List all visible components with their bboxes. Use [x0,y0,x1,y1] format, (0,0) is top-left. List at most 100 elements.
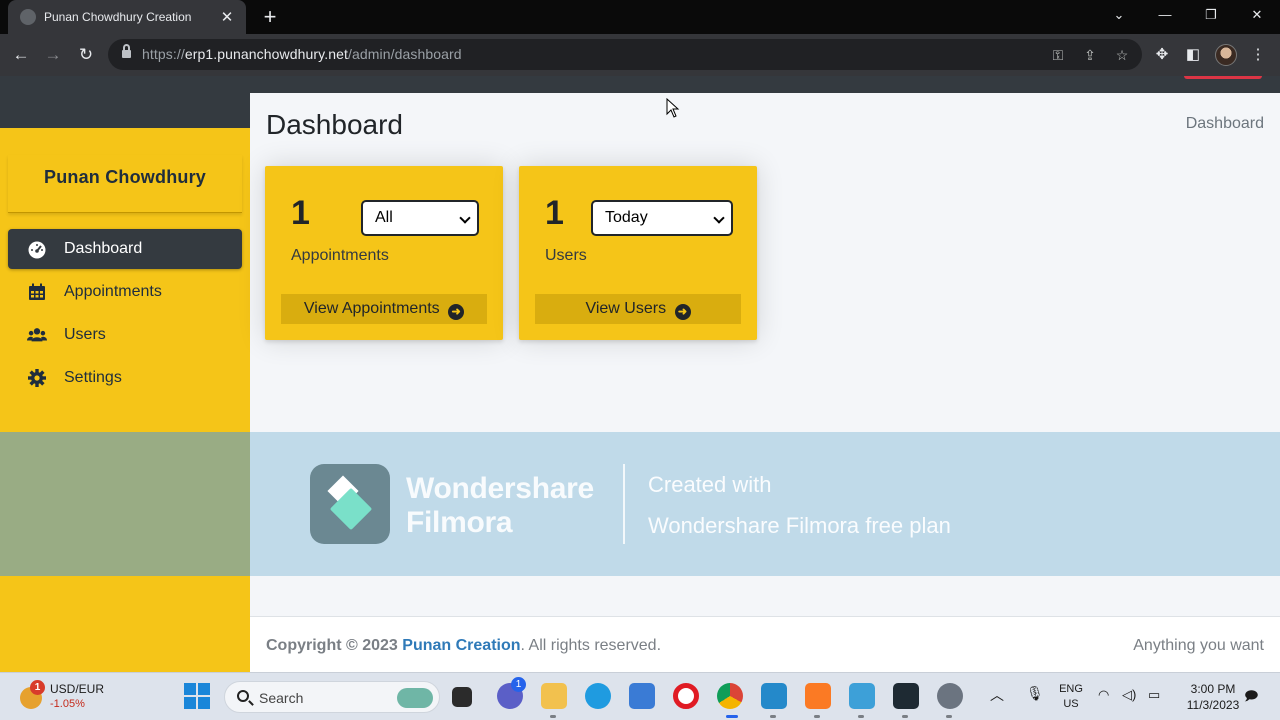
chevron-down-icon [713,212,725,224]
view-appointments-link[interactable]: View Appointments ➜ [281,294,487,324]
bookmark-star-icon[interactable]: ☆ [1112,46,1132,64]
sidebar-item-users[interactable]: Users [8,315,242,355]
chevron-down-icon [459,212,471,224]
lang-line2: US [1063,698,1079,710]
select-value: All [375,209,393,226]
key-icon[interactable]: ⚿ [1048,46,1068,64]
sidebar-item-settings[interactable]: Settings [8,358,242,398]
sidebar-header [0,93,250,128]
lang-line1: ENG [1059,683,1083,695]
running-indicator [858,715,864,718]
extensions-puzzle-icon[interactable]: ✥ [1151,45,1173,65]
settings-gear-icon[interactable] [937,683,963,709]
copyright-text: Copyright © 2023 Punan Creation. All rig… [266,637,661,655]
users-filter-select[interactable]: Today [591,200,733,236]
appointments-card: 1 All Appointments View Appointments ➜ [265,166,503,340]
share-icon[interactable]: ⇪ [1080,46,1100,64]
taskbar-clock[interactable]: 3:00 PM 11/3/2023 [1180,681,1246,713]
reload-icon[interactable]: ↻ [73,42,99,68]
ticker-pair[interactable]: USD/EUR [50,682,104,696]
appointments-label: Appointments [291,247,389,264]
address-bar[interactable]: https://erp1.punanchowdhury.net/admin/da… [108,39,1142,70]
running-indicator [770,715,776,718]
side-panel-icon[interactable]: ◧ [1182,45,1204,65]
users-label: Users [545,247,587,264]
sidebar-item-label: Dashboard [64,240,143,257]
new-tab-button[interactable]: + [258,4,282,30]
clock-date: 11/3/2023 [1186,698,1240,712]
minimize-button[interactable]: — [1142,0,1188,32]
sidebar: Punan Chowdhury Dashboard Appointments U… [0,93,250,672]
watermark-divider [623,464,625,544]
wifi-icon[interactable]: ◠ [1098,687,1109,703]
volume-icon[interactable]: ◁) [1122,687,1136,703]
task-view-icon[interactable] [452,687,472,707]
battery-icon[interactable]: ▭ [1148,687,1160,703]
link-label: View Users [585,300,667,317]
chrome-browser-icon[interactable] [717,683,743,709]
vscode-icon[interactable] [761,683,787,709]
search-placeholder: Search [259,690,304,706]
xampp-icon[interactable] [805,683,831,709]
appointments-count: 1 [291,194,310,232]
forward-arrow-icon[interactable]: → [40,42,66,68]
view-users-link[interactable]: View Users ➜ [535,294,741,324]
weather-widget-icon[interactable]: 1 [18,680,48,711]
sidebar-item-appointments[interactable]: Appointments [8,272,242,312]
brand-name[interactable]: Punan Chowdhury [8,155,242,213]
users-card: 1 Today Users View Users ➜ [519,166,757,340]
page-footer: Copyright © 2023 Punan Creation. All rig… [250,616,1280,672]
sidebar-item-dashboard[interactable]: Dashboard [8,229,242,269]
lock-icon[interactable] [122,44,131,59]
notepad-icon[interactable] [849,683,875,709]
page-title: Dashboard [266,109,403,140]
language-indicator[interactable]: ENG US [1056,682,1086,712]
ticker-change: -1.05% [50,698,85,710]
edge-browser-icon[interactable] [585,683,611,709]
restore-button[interactable]: ❐ [1188,0,1234,32]
clock-time: 3:00 PM [1190,682,1236,696]
taskbar-search-box[interactable]: Search [224,681,440,713]
running-indicator [902,715,908,718]
gear-icon [26,367,48,389]
watermark-band-sidebar [0,432,250,576]
more-menu-icon[interactable]: ⋮ [1247,45,1269,65]
tab-search-chevron-icon[interactable]: ⌄ [1096,0,1142,32]
logout-button-edge[interactable] [1184,76,1262,79]
footer-right-text: Anything you want [1133,637,1264,654]
tray-overflow-chevron-icon[interactable]: ︿ [990,685,1004,705]
company-link[interactable]: Punan Creation [402,637,520,654]
back-arrow-icon[interactable]: ← [8,42,34,68]
breadcrumb[interactable]: Dashboard [1186,115,1264,133]
microsoft-store-icon[interactable] [629,683,655,709]
users-icon [26,324,48,346]
url-text: https://erp1.punanchowdhury.net/admin/da… [142,46,462,62]
opera-browser-icon[interactable] [673,683,699,709]
tab-title: Punan Chowdhury Creation [44,10,192,24]
close-window-button[interactable]: ✕ [1234,0,1280,32]
filmora-logo-icon [310,464,390,544]
sidebar-item-label: Settings [64,369,122,386]
watermark-brand: Wondershare Filmora [406,472,594,540]
copyright-prefix: Copyright © 2023 [266,637,398,654]
tab-close-icon[interactable]: ✕ [218,8,236,26]
calendar-icon [26,281,48,303]
profile-avatar[interactable] [1215,44,1237,66]
running-indicator [814,715,820,718]
browser-tab[interactable]: Punan Chowdhury Creation ✕ [8,0,246,34]
filmora-app-icon[interactable] [893,683,919,709]
top-navbar [0,76,1280,93]
watermark-brand-line2: Filmora [406,506,513,539]
browser-toolbar: ← → ↻ https://erp1.punanchowdhury.net/ad… [0,34,1280,76]
file-explorer-icon[interactable] [541,683,567,709]
appointments-filter-select[interactable]: All [361,200,479,236]
tachometer-icon [26,238,48,260]
browser-tab-strip: Punan Chowdhury Creation ✕ + ⌄ — ❐ ✕ [0,0,1280,34]
web-page: Punan Chowdhury Dashboard Appointments U… [0,76,1280,672]
watermark-created: Created with [648,472,772,497]
windows-start-icon[interactable] [184,683,210,709]
notifications-icon[interactable]: 🗩 [1244,687,1258,709]
notification-badge: 1 [30,680,45,695]
teams-chat-icon[interactable]: 1 [497,677,526,709]
microphone-icon[interactable]: 🎙 [1026,685,1044,702]
